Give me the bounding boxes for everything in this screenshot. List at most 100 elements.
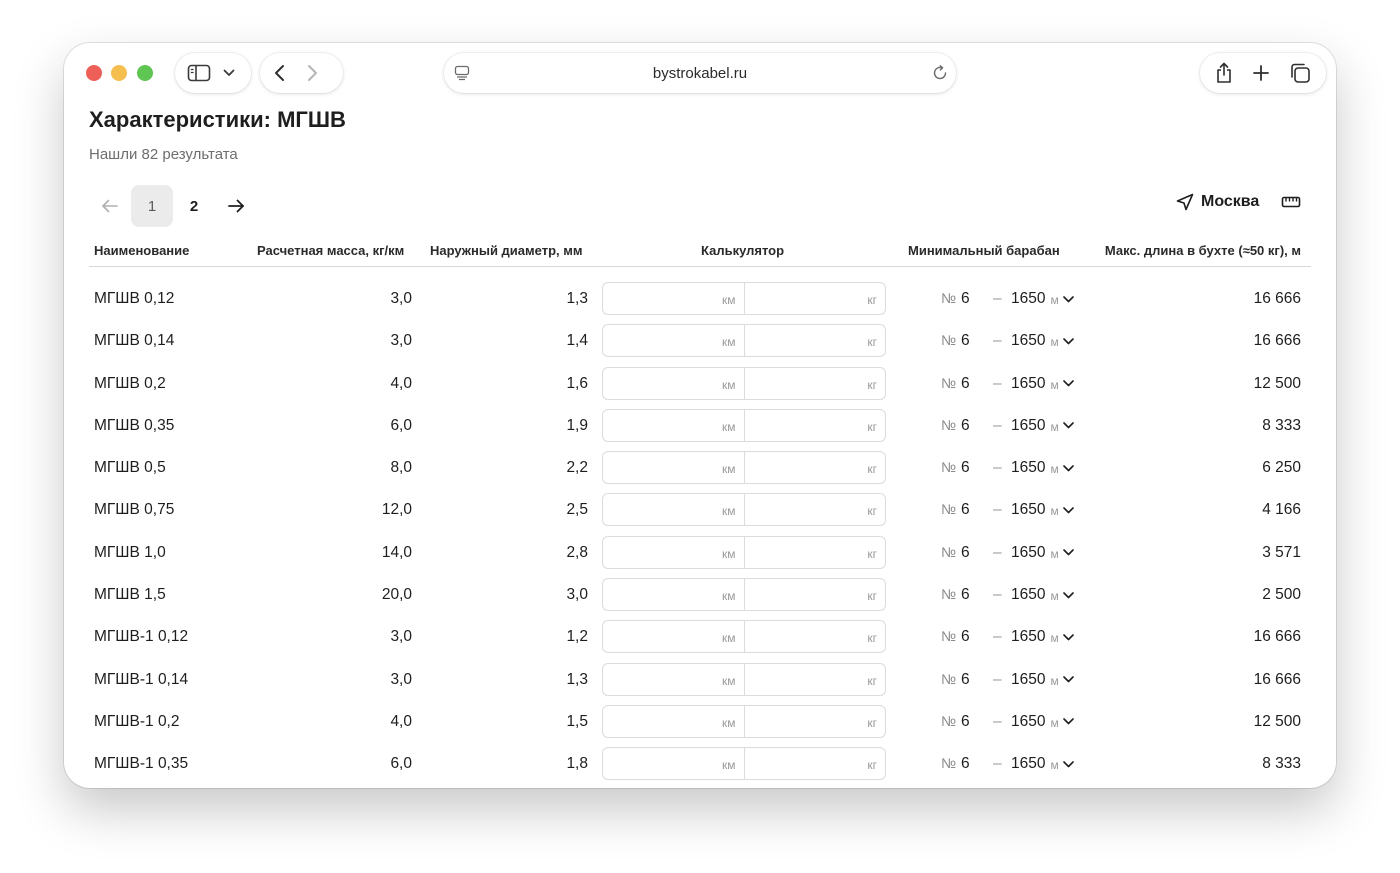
length-unit: м xyxy=(1050,673,1059,688)
calc-length-input[interactable]: км xyxy=(603,579,744,610)
ruler-icon[interactable] xyxy=(1281,195,1301,209)
calc-length-input[interactable]: км xyxy=(603,325,744,356)
chevron-down-icon[interactable] xyxy=(1062,591,1074,599)
calc-weight-input[interactable]: кг xyxy=(743,409,886,441)
address-bar[interactable]: bystrokabel.ru xyxy=(444,53,956,93)
length-selector[interactable]: 1650 м xyxy=(1011,628,1074,646)
length-selector[interactable]: 1650 м xyxy=(1011,671,1074,689)
zoom-window-button[interactable] xyxy=(137,65,153,81)
prev-page-button[interactable] xyxy=(89,185,131,227)
drum-number: № 6 xyxy=(941,586,970,604)
page-menu-icon[interactable] xyxy=(454,65,470,81)
calc-weight-input[interactable]: кг xyxy=(743,579,886,611)
cable-name[interactable]: МГШВ 0,5 xyxy=(94,459,166,477)
calc-weight-unit: кг xyxy=(867,589,877,604)
calc-weight-input[interactable]: кг xyxy=(743,663,886,695)
cable-name[interactable]: МГШВ 1,5 xyxy=(94,586,166,604)
cable-name[interactable]: МГШВ 0,12 xyxy=(94,290,174,308)
calc-length-input[interactable]: км xyxy=(603,368,744,399)
cable-name[interactable]: МГШВ 0,75 xyxy=(94,501,174,519)
calc-weight-input[interactable]: кг xyxy=(743,452,886,484)
drum-prefix: № xyxy=(941,332,957,349)
chevron-down-icon[interactable] xyxy=(1062,549,1074,556)
chevron-down-icon[interactable] xyxy=(1062,676,1074,683)
chevron-down-icon[interactable] xyxy=(1062,718,1074,725)
chevron-down-icon[interactable] xyxy=(223,69,235,77)
calc-weight-input[interactable]: кг xyxy=(743,705,886,737)
reload-icon[interactable] xyxy=(932,65,948,81)
length-selector[interactable]: 1650 м xyxy=(1011,375,1074,393)
page-2-button[interactable]: 2 xyxy=(173,185,215,227)
chevron-down-icon[interactable] xyxy=(1062,760,1074,768)
forward-icon[interactable] xyxy=(307,64,318,82)
cable-name[interactable]: МГШВ-1 0,12 xyxy=(94,628,188,646)
length-unit: м xyxy=(1050,377,1059,392)
chevron-down-icon[interactable] xyxy=(1062,380,1074,387)
page-1-button[interactable]: 1 xyxy=(131,185,173,227)
calc-length-input[interactable]: км xyxy=(603,621,744,652)
chevron-down-icon[interactable] xyxy=(1062,422,1074,429)
length-selector[interactable]: 1650 м xyxy=(1011,755,1074,773)
length-selector[interactable]: 1650 м xyxy=(1011,332,1074,350)
cable-name[interactable]: МГШВ 1,0 xyxy=(94,544,166,562)
next-page-button[interactable] xyxy=(215,185,257,227)
table-header: Наименование Расчетная масса, кг/км Нару… xyxy=(89,239,1311,267)
chevron-down-icon[interactable] xyxy=(1062,634,1074,641)
sidebar-toggle-group[interactable] xyxy=(175,53,251,93)
column-header-drum[interactable]: Минимальный барабан xyxy=(908,243,1060,258)
chevron-down-icon[interactable] xyxy=(1062,507,1074,514)
length-selector[interactable]: 1650 м xyxy=(1011,501,1074,519)
calc-weight-input[interactable]: кг xyxy=(743,283,886,314)
column-header-diameter[interactable]: Наружный диаметр, мм xyxy=(430,243,582,258)
calc-length-input[interactable]: км xyxy=(603,664,744,695)
calc-weight-input[interactable]: кг xyxy=(743,325,886,357)
drum-prefix: № xyxy=(941,543,957,560)
calc-weight-input[interactable]: кг xyxy=(743,536,886,568)
column-header-mass[interactable]: Расчетная масса, кг/км xyxy=(257,243,404,258)
calc-weight-input[interactable]: кг xyxy=(743,621,886,653)
calc-weight-unit: кг xyxy=(867,715,877,730)
length-selector[interactable]: 1650 м xyxy=(1011,544,1074,562)
length-selector[interactable]: 1650 м xyxy=(1011,586,1074,604)
cable-name[interactable]: МГШВ-1 0,2 xyxy=(94,713,180,731)
chevron-down-icon[interactable] xyxy=(1062,464,1074,472)
calc-length-input[interactable]: км xyxy=(603,706,744,737)
calc-length-input[interactable]: км xyxy=(603,494,744,525)
calc-weight-input[interactable]: кг xyxy=(743,367,886,399)
length-selector[interactable]: 1650 м xyxy=(1011,459,1074,477)
cable-name[interactable]: МГШВ-1 0,14 xyxy=(94,671,188,689)
calc-weight-unit: кг xyxy=(867,462,877,477)
length-selector[interactable]: 1650 м xyxy=(1011,713,1074,731)
location-selector[interactable]: Москва xyxy=(1176,193,1259,211)
calc-length-input[interactable]: км xyxy=(603,748,744,779)
calc-length-input[interactable]: км xyxy=(603,283,744,314)
cable-name[interactable]: МГШВ 0,2 xyxy=(94,375,166,393)
table-row: МГШВ 0,35 6,0 1,9 км кг № 6 – 1650 м 8 333 xyxy=(89,405,1311,447)
browser-window: bystrokabel.ru Характеристики: МГШВ Нашл… xyxy=(64,43,1336,788)
close-window-button[interactable] xyxy=(86,65,102,81)
column-header-max-length[interactable]: Макс. длина в бухте (≈50 кг), м xyxy=(1105,243,1301,258)
calc-weight-input[interactable]: кг xyxy=(743,748,886,780)
length-selector[interactable]: 1650 м xyxy=(1011,417,1074,435)
calc-length-unit: км xyxy=(722,715,736,730)
calc-weight-input[interactable]: кг xyxy=(743,494,886,526)
back-icon[interactable] xyxy=(274,64,285,82)
cable-name[interactable]: МГШВ 0,35 xyxy=(94,417,174,435)
share-icon[interactable] xyxy=(1215,62,1233,84)
cable-name[interactable]: МГШВ 0,14 xyxy=(94,332,174,350)
chevron-down-icon[interactable] xyxy=(1062,295,1074,303)
sidebar-icon[interactable] xyxy=(187,64,211,82)
length-selector[interactable]: 1650 м xyxy=(1011,290,1074,308)
new-tab-icon[interactable] xyxy=(1252,64,1270,82)
calc-length-input[interactable]: км xyxy=(603,537,744,568)
column-header-name[interactable]: Наименование xyxy=(94,243,189,258)
chevron-down-icon[interactable] xyxy=(1062,337,1074,345)
drum-prefix: № xyxy=(941,712,957,729)
minimize-window-button[interactable] xyxy=(111,65,127,81)
calc-length-input[interactable]: км xyxy=(603,452,744,483)
calc-length-unit: км xyxy=(722,673,736,688)
cable-name[interactable]: МГШВ-1 0,35 xyxy=(94,755,188,773)
cable-mass: 3,0 xyxy=(390,332,412,350)
calc-length-input[interactable]: км xyxy=(603,410,744,441)
tabs-overview-icon[interactable] xyxy=(1289,62,1311,84)
